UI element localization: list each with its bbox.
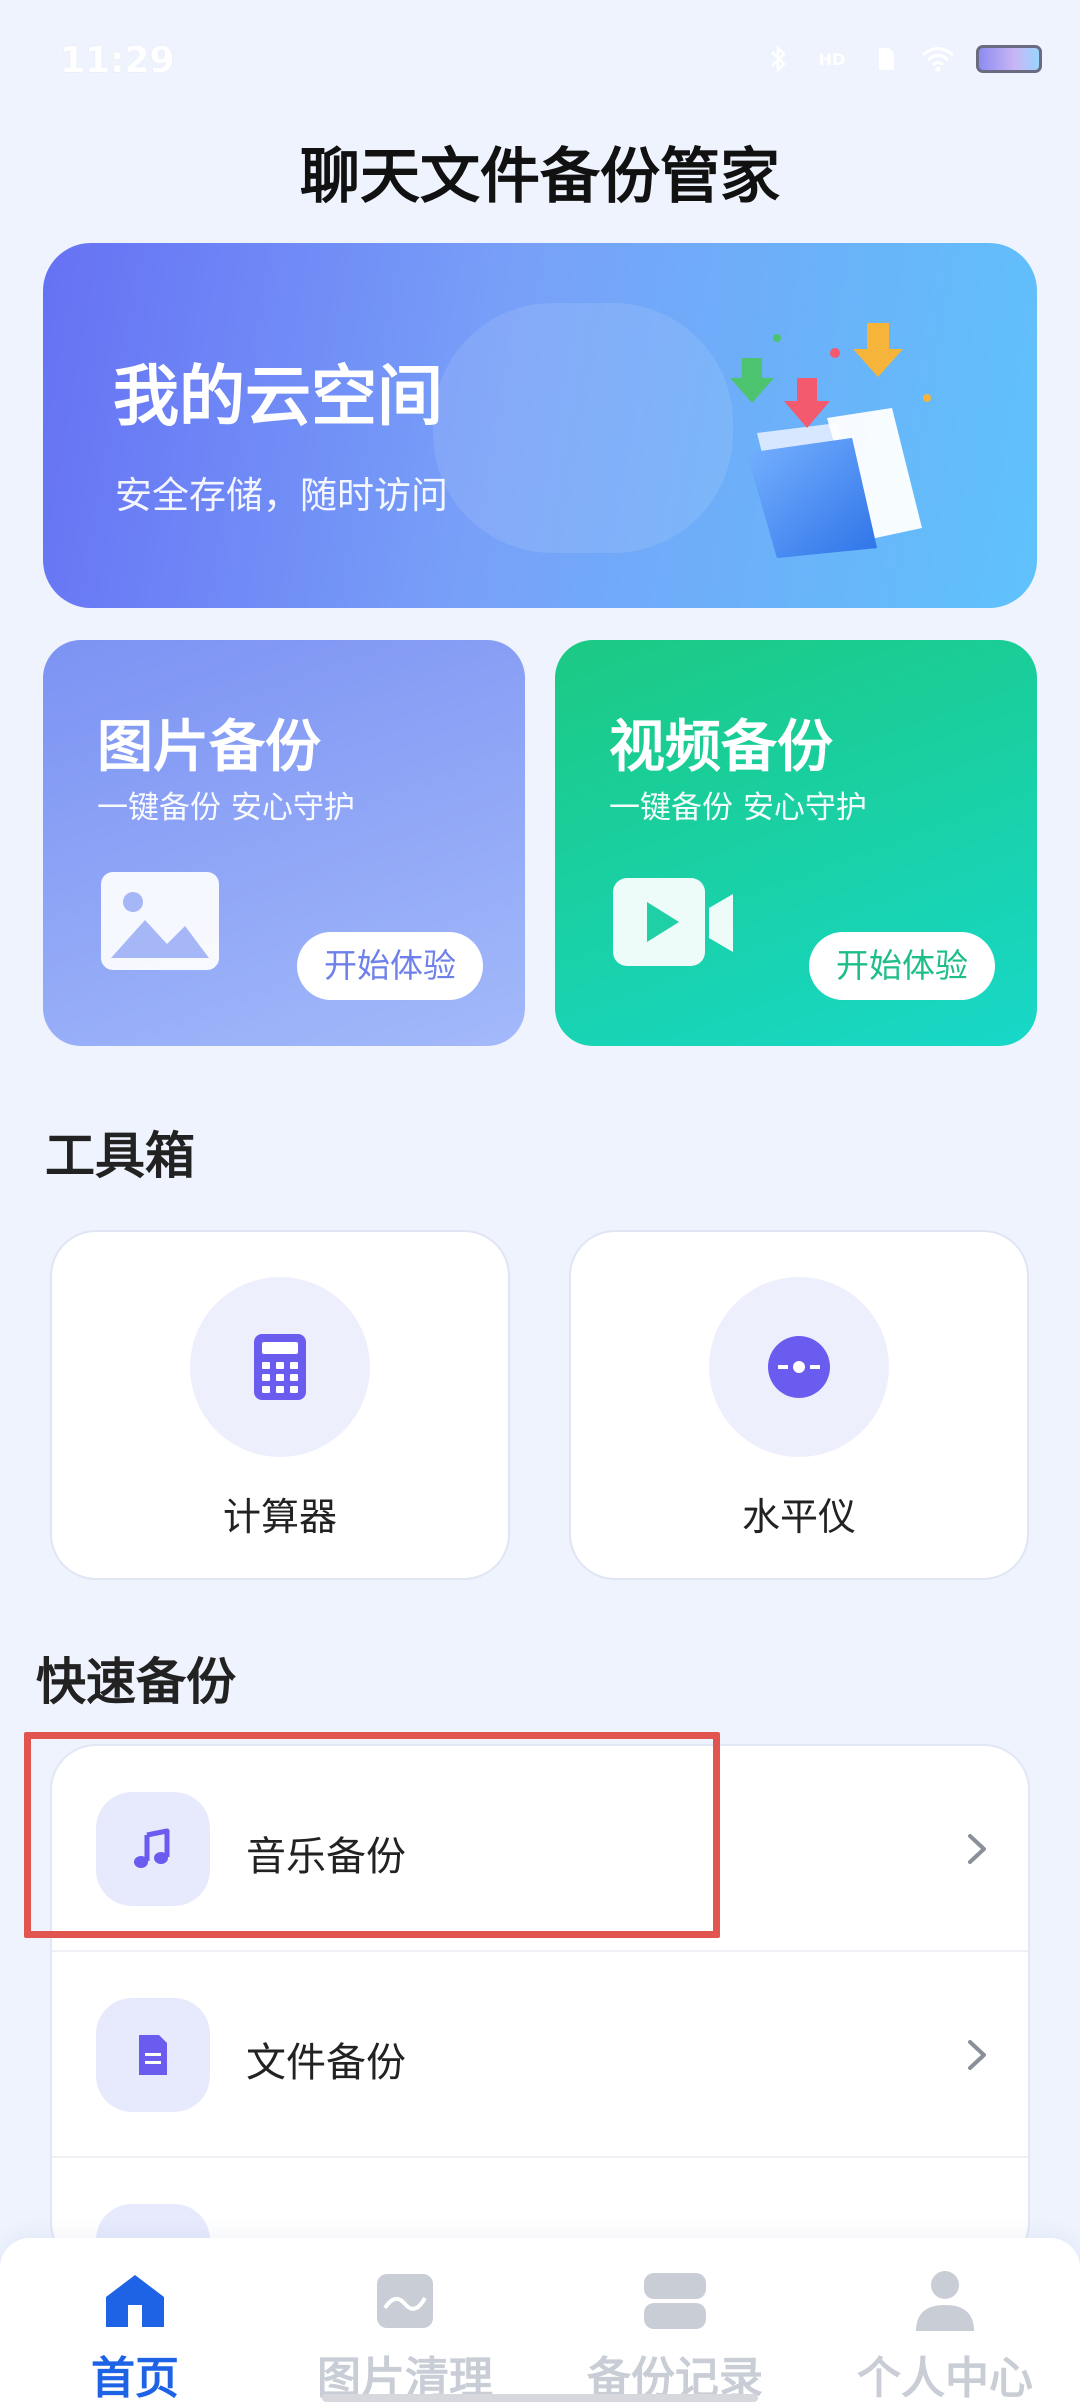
- bluetooth-icon: [764, 44, 792, 74]
- nav-home[interactable]: 首页: [0, 2266, 270, 2406]
- network-speed-icon: HD: [818, 49, 846, 69]
- person-icon: [905, 2266, 985, 2336]
- bottom-nav: 首页 图片清理 备份记录 个人中心: [0, 2238, 1080, 2408]
- toolbox-title: 工具箱: [45, 1127, 195, 1185]
- nav-profile-label: 个人中心: [857, 2353, 1033, 2404]
- file-icon: [96, 1998, 210, 2112]
- chevron-right-icon: [968, 2040, 986, 2070]
- photo-backup-title: 图片备份: [97, 715, 321, 780]
- video-backup-subtitle: 一键备份 安心守护: [609, 790, 867, 826]
- photo-start-button[interactable]: 开始体验: [297, 932, 483, 1000]
- file-backup-row[interactable]: 文件备份: [52, 1952, 1028, 2158]
- video-start-button[interactable]: 开始体验: [809, 932, 995, 1000]
- video-icon: [613, 878, 733, 966]
- calculator-label: 计算器: [222, 1495, 337, 1539]
- chevron-right-icon: [968, 1834, 986, 1864]
- calculator-tool[interactable]: 计算器: [52, 1232, 508, 1578]
- home-indicator[interactable]: [322, 2394, 758, 2402]
- file-backup-label: 文件备份: [246, 2040, 406, 2086]
- sim-icon: [872, 44, 900, 74]
- cloud-space-banner[interactable]: 我的云空间 安全存储，随时访问: [43, 243, 1037, 608]
- nav-backup-record[interactable]: 备份记录: [540, 2266, 810, 2406]
- banner-subtitle: 安全存储，随时访问: [115, 474, 448, 517]
- folder-download-icon: [730, 323, 931, 558]
- image-icon: [101, 872, 219, 970]
- level-label: 水平仪: [741, 1495, 856, 1539]
- level-icon-circle: [709, 1277, 889, 1457]
- level-tool[interactable]: 水平仪: [571, 1232, 1027, 1578]
- quick-backup-list: 音乐备份 文件备份: [52, 1746, 1028, 2266]
- home-icon: [95, 2266, 175, 2336]
- status-time: 11:29: [60, 40, 175, 81]
- cloud-decoration: [433, 303, 733, 553]
- app-title: 聊天文件备份管家: [300, 142, 780, 212]
- nav-home-label: 首页: [91, 2353, 179, 2404]
- photo-backup-subtitle: 一键备份 安心守护: [97, 790, 355, 826]
- calculator-icon: [254, 1334, 306, 1400]
- video-backup-card[interactable]: 视频备份 一键备份 安心守护 开始体验: [555, 640, 1037, 1046]
- nav-profile[interactable]: 个人中心: [810, 2266, 1080, 2406]
- battery-icon: [976, 45, 1042, 73]
- video-backup-title: 视频备份: [609, 715, 833, 780]
- level-icon: [768, 1336, 830, 1398]
- wifi-icon: [920, 44, 956, 74]
- music-icon: [96, 1792, 210, 1906]
- status-icons: HD: [764, 44, 1042, 74]
- banner-title: 我的云空间: [113, 358, 443, 435]
- music-backup-label: 音乐备份: [246, 1834, 406, 1880]
- photo-backup-card[interactable]: 图片备份 一键备份 安心守护 开始体验: [43, 640, 525, 1046]
- nav-picture-clean[interactable]: 图片清理: [270, 2266, 540, 2406]
- calculator-icon-circle: [190, 1277, 370, 1457]
- home-screen: 11:29 HD 聊天文件备份管家 我的云空间 安全存储，随时访问 图片备份 一…: [0, 0, 1080, 2408]
- quick-backup-title: 快速备份: [36, 1653, 236, 1711]
- status-bar: 11:29 HD: [0, 0, 1080, 120]
- backup-record-icon: [635, 2266, 715, 2336]
- music-backup-row[interactable]: 音乐备份: [52, 1746, 1028, 1952]
- picture-clean-icon: [365, 2266, 445, 2336]
